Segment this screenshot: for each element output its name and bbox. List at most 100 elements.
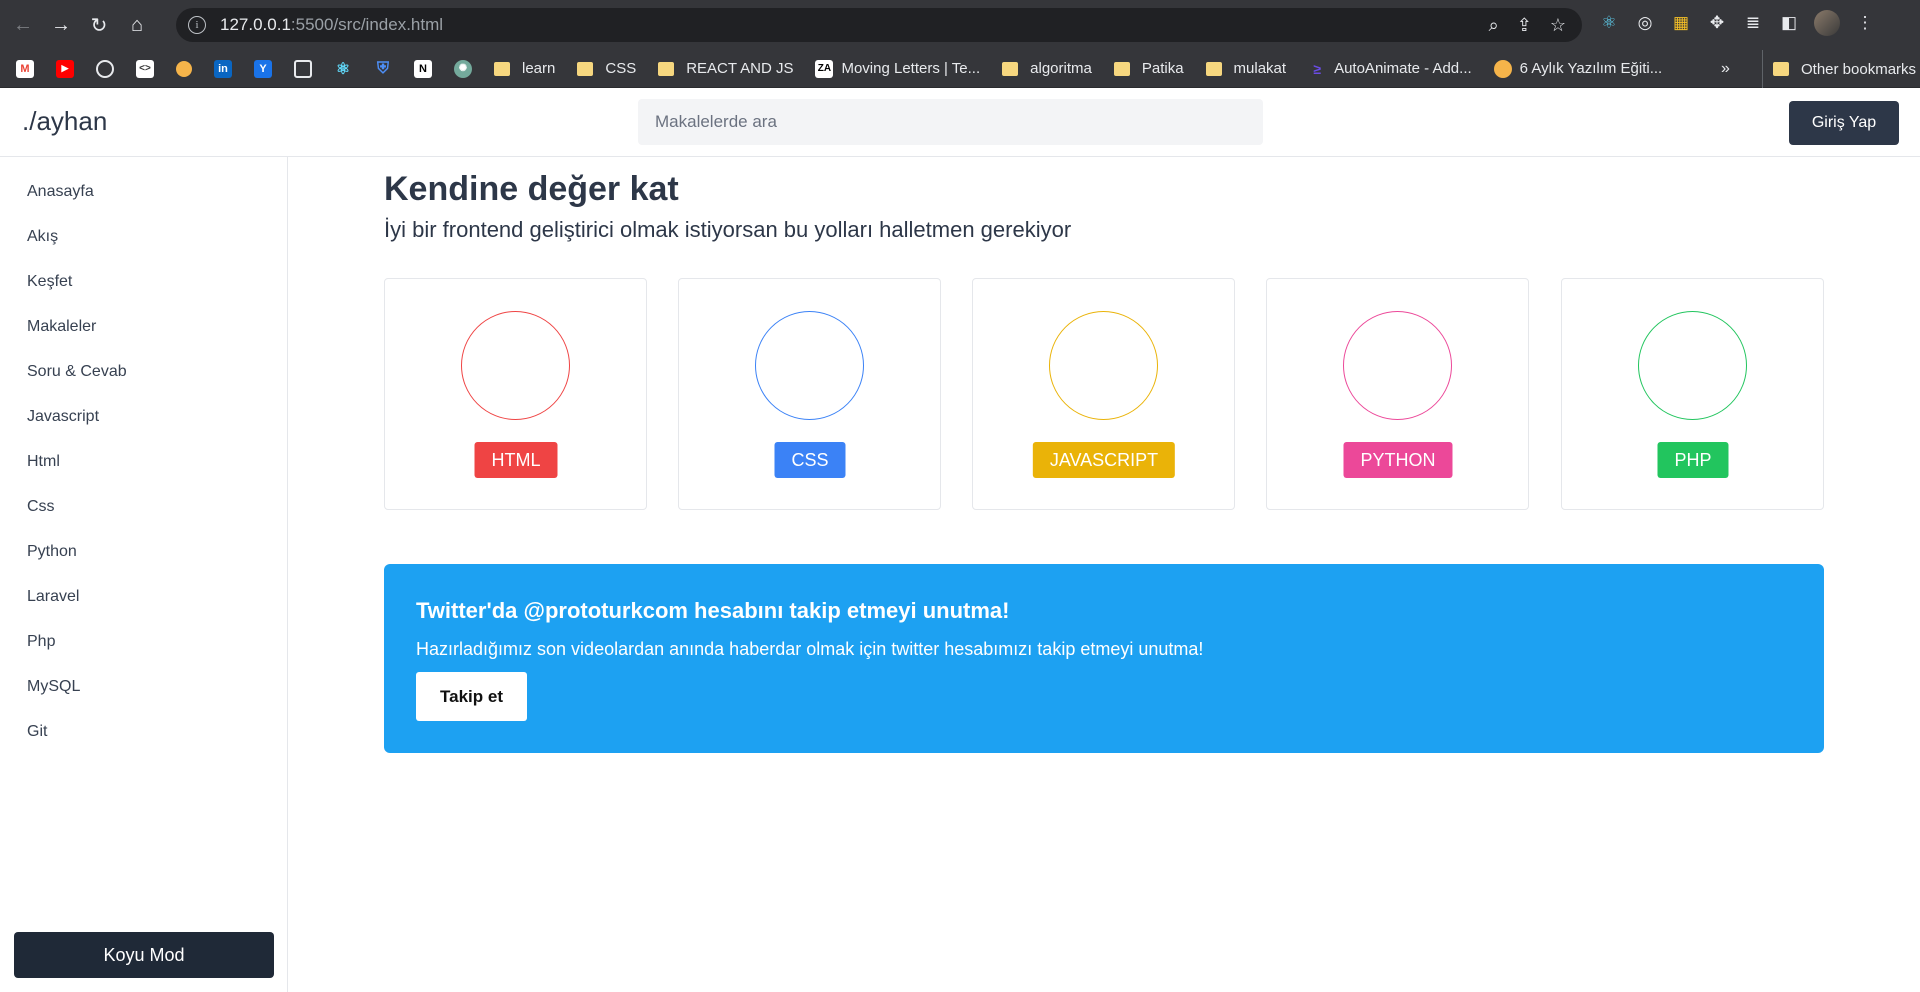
bookmark-label: mulakat [1233, 60, 1287, 77]
skill-card-css[interactable]: CSS [678, 278, 941, 510]
github-icon[interactable] [96, 59, 114, 78]
folder-icon [577, 61, 594, 76]
bookmark-folder[interactable]: Patika [1113, 60, 1184, 77]
bookmark-folder[interactable]: algoritma [1002, 60, 1092, 77]
sidebar-item-akis[interactable]: Akış [27, 228, 58, 246]
sidebar-item-javascript[interactable]: Javascript [27, 408, 99, 426]
site-logo[interactable]: ./ayhan [22, 106, 107, 137]
skill-tag: PYTHON [1343, 442, 1453, 478]
bookmarks-bar: M ▶ <> in Y ⚛ ⛨ N ✺ learn CSS REACT AND … [0, 50, 1920, 88]
url-host: 127.0.0.1 [220, 15, 291, 34]
folder-icon [1205, 61, 1222, 76]
follow-button[interactable]: Takip et [416, 672, 527, 721]
profile-avatar[interactable] [1814, 10, 1840, 36]
orange-circle-icon[interactable] [176, 60, 192, 77]
other-bookmarks-label: Other bookmarks [1801, 60, 1917, 78]
more-bookmarks-icon[interactable]: » [1721, 50, 1730, 88]
bookmark-label: Patika [1141, 60, 1184, 77]
bookmark-label: 6 Aylık Yazılım Eğiti... [1519, 60, 1663, 77]
page-subtitle: İyi bir frontend geliştirici olmak istiy… [384, 217, 1072, 242]
bookmark-folder[interactable]: CSS [577, 60, 636, 77]
bookmark-folder[interactable]: REACT AND JS [658, 60, 793, 77]
bookmark-folder[interactable]: learn [494, 60, 555, 77]
skill-tag: HTML [474, 442, 558, 478]
home-icon[interactable]: ⌂ [122, 10, 152, 40]
dark-mode-button[interactable]: Koyu Mod [14, 932, 274, 978]
sidebar: Anasayfa Akış Keşfet Makaleler Soru & Ce… [0, 157, 288, 992]
linkedin-icon[interactable]: in [214, 59, 232, 78]
other-bookmarks[interactable]: Other bookmarks [1762, 50, 1916, 88]
twitter-banner: Twitter'da @prototurkcom hesabını takip … [384, 564, 1824, 753]
address-bar[interactable]: i 127.0.0.1:5500/src/index.html ⌕ ⇪ ☆ [176, 8, 1582, 42]
sidebar-item-makaleler[interactable]: Makaleler [27, 318, 96, 336]
browser-menu-icon[interactable]: ⋮ [1854, 12, 1876, 34]
skill-tag: CSS [774, 442, 846, 478]
browser-toolbar: ← → ↻ ⌂ i 127.0.0.1:5500/src/index.html … [0, 0, 1920, 50]
square-icon[interactable] [294, 59, 312, 78]
url-path: :5500/src/index.html [290, 15, 444, 34]
circle-icon [1638, 311, 1747, 420]
bookmark-link[interactable]: 6 Aylık Yazılım Eğiti... [1493, 59, 1663, 78]
side-panel-icon[interactable]: ◧ [1778, 12, 1800, 34]
sidebar-item-laravel[interactable]: Laravel [27, 588, 79, 606]
zoom-icon[interactable]: ⌕ [1489, 15, 1499, 36]
gmail-icon[interactable]: M [16, 59, 34, 78]
login-button[interactable]: Giriş Yap [1789, 101, 1899, 145]
shield-bookmark-icon[interactable]: ⛨ [374, 60, 392, 78]
circle-icon [461, 311, 570, 420]
sidebar-item-python[interactable]: Python [27, 543, 77, 561]
sidebar-item-css[interactable]: Css [27, 498, 55, 516]
url-text[interactable]: 127.0.0.1:5500/src/index.html [220, 15, 443, 35]
sidebar-item-anasayfa[interactable]: Anasayfa [27, 183, 94, 201]
skill-tag: PHP [1657, 442, 1729, 478]
moving-letters-icon: ZA [815, 59, 834, 78]
autoanimate-icon: ≥ [1313, 60, 1321, 77]
sidebar-item-soru-cevab[interactable]: Soru & Cevab [27, 363, 127, 381]
youtube-icon[interactable]: ▶ [56, 59, 74, 78]
skill-card-javascript[interactable]: JAVASCRIPT [972, 278, 1235, 510]
notion-icon[interactable]: N [414, 59, 432, 78]
bookmark-label: Moving Letters | Te... [841, 60, 981, 77]
sidebar-item-mysql[interactable]: MySQL [27, 678, 80, 696]
extension-cast-icon[interactable]: ▦ [1670, 12, 1692, 34]
bookmark-star-icon[interactable]: ☆ [1550, 15, 1566, 36]
circle-icon [1049, 311, 1158, 420]
search-input[interactable] [638, 99, 1263, 145]
folder-icon [1773, 62, 1789, 76]
sidebar-item-kesfet[interactable]: Keşfet [27, 273, 72, 291]
chatgpt-icon[interactable]: ✺ [454, 59, 472, 78]
folder-icon [1113, 61, 1130, 76]
bookmark-label: AutoAnimate - Add... [1334, 60, 1472, 77]
bookmark-link[interactable]: ZA Moving Letters | Te... [815, 59, 981, 78]
share-icon[interactable]: ⇪ [1517, 15, 1532, 36]
bookmark-folder[interactable]: mulakat [1205, 60, 1287, 77]
extension-target-icon[interactable]: ◎ [1634, 12, 1656, 34]
bookmark-label: REACT AND JS [686, 60, 794, 77]
bookmark-label: learn [522, 60, 556, 77]
react-bookmark-icon[interactable]: ⚛ [334, 60, 352, 78]
reload-icon[interactable]: ↻ [84, 10, 114, 40]
twitter-banner-text: Hazırladığımız son videolardan anında ha… [416, 639, 1204, 659]
reading-list-icon[interactable]: ≣ [1742, 12, 1764, 34]
site-header: ./ayhan Giriş Yap [0, 89, 1920, 157]
circle-icon [1343, 311, 1452, 420]
skill-card-python[interactable]: PYTHON [1266, 278, 1529, 510]
forward-icon[interactable]: → [46, 10, 76, 40]
codepen-icon[interactable]: <> [136, 59, 154, 78]
sidebar-item-php[interactable]: Php [27, 633, 55, 651]
skill-card-html[interactable]: HTML [384, 278, 647, 510]
bookmark-label: algoritma [1030, 60, 1092, 77]
page-title: Kendine değer kat [384, 170, 679, 208]
sidebar-item-git[interactable]: Git [27, 723, 47, 741]
extensions-puzzle-icon[interactable]: ✥ [1706, 12, 1728, 34]
bookmark-label: CSS [605, 60, 637, 77]
bookmark-link[interactable]: ≥ AutoAnimate - Add... [1308, 60, 1472, 78]
sidebar-item-html[interactable]: Html [27, 453, 60, 471]
react-devtools-icon[interactable]: ⚛ [1598, 12, 1620, 34]
ycombinator-icon[interactable]: Y [254, 59, 272, 78]
circle-icon [755, 311, 864, 420]
skill-card-php[interactable]: PHP [1561, 278, 1824, 510]
back-icon[interactable]: ← [8, 10, 38, 40]
site-info-icon[interactable]: i [188, 16, 206, 34]
skill-tag: JAVASCRIPT [1032, 442, 1176, 478]
